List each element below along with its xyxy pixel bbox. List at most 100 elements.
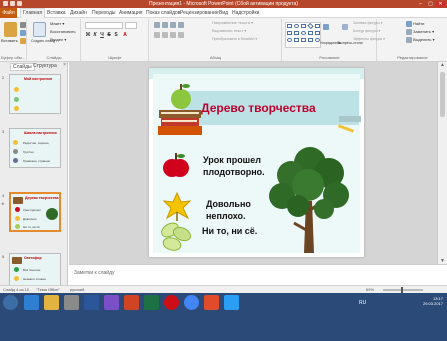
bullets-icon[interactable]	[154, 22, 160, 28]
green-light-icon	[14, 267, 19, 272]
tab-design[interactable]: Дизайн	[70, 8, 87, 18]
decrease-indent-icon[interactable]	[170, 22, 176, 28]
smartart-button[interactable]: Преобразовать в SmartArt ▾	[212, 36, 257, 42]
scroll-up-icon[interactable]: ▲	[438, 62, 447, 68]
tab-view[interactable]: Вид	[219, 8, 228, 18]
current-slide[interactable]: Дерево творчества Урок прошел плодотворн…	[149, 68, 364, 257]
zoom-slider[interactable]	[383, 289, 423, 291]
clock-date: 29.03.2017	[422, 301, 443, 306]
app-icon[interactable]	[204, 295, 219, 310]
animation-star-icon: ★	[1, 201, 5, 206]
apple-icon	[15, 207, 20, 212]
new-slide-icon[interactable]	[33, 22, 46, 37]
start-button-icon[interactable]	[3, 295, 18, 310]
tab-transitions[interactable]: Переходы	[92, 8, 115, 18]
onenote-icon[interactable]	[104, 295, 119, 310]
maximize-button[interactable]: ▢	[426, 1, 435, 7]
group-clipboard: Вставить Буфер обм...	[0, 19, 27, 61]
ie-icon[interactable]	[24, 295, 39, 310]
font-size-input[interactable]	[125, 22, 137, 29]
find-icon[interactable]	[406, 21, 412, 27]
slide-number: 5	[2, 254, 5, 259]
justify-icon[interactable]	[178, 32, 184, 38]
shape-outline-button[interactable]: Контур фигуры ▾	[353, 28, 380, 34]
tab-addins[interactable]: Надстройки	[232, 8, 259, 18]
slide-title[interactable]: Дерево творчества	[201, 101, 316, 115]
replace-button[interactable]: Заменить ▾	[413, 29, 434, 35]
font-color-icon[interactable]: A	[122, 32, 128, 38]
thumbnail-text: Довольно	[23, 217, 37, 221]
align-center-icon[interactable]	[162, 32, 168, 38]
slide-text-item[interactable]: Урок прошел плодотворно.	[203, 154, 265, 178]
bold-icon[interactable]: Ж	[85, 32, 91, 38]
slide-thumbnail[interactable]: Шкала настроения Радостно, хорошо, Груст…	[9, 128, 61, 168]
underline-icon[interactable]: Ч	[99, 32, 105, 38]
group-paragraph-label: Абзац	[209, 55, 222, 60]
paste-button[interactable]: Вставить	[1, 38, 18, 44]
excel-icon[interactable]	[144, 295, 159, 310]
group-drawing: Упорядочить Экспресс-стили Заливка фигур…	[283, 19, 385, 61]
align-left-icon[interactable]	[154, 32, 160, 38]
align-text-button[interactable]: Выровнять текст ▾	[212, 28, 246, 34]
increase-indent-icon[interactable]	[178, 22, 184, 28]
powerpoint-icon[interactable]	[124, 295, 139, 310]
panel-close-icon[interactable]: ×	[63, 62, 66, 68]
shapes-gallery[interactable]	[285, 22, 321, 48]
copy-icon[interactable]	[20, 30, 26, 36]
media-icon[interactable]	[64, 295, 79, 310]
window-title: Презентация1 - Microsoft PowerPoint (Сбо…	[149, 1, 298, 7]
font-family-input[interactable]	[85, 22, 123, 29]
slide-thumbnail[interactable]: Мой настроение	[9, 74, 61, 114]
section-button[interactable]: Раздел ▾	[50, 37, 66, 43]
quick-styles-icon[interactable]	[342, 24, 348, 30]
align-right-icon[interactable]	[170, 32, 176, 38]
shadow-icon[interactable]: S	[113, 32, 119, 38]
thumbnail-text: Тревожно, страшно	[23, 159, 51, 163]
replace-icon[interactable]	[406, 29, 412, 35]
thumbnail-text: Урок прошел	[23, 208, 41, 212]
slide-text-item[interactable]: Довольно неплохо.	[206, 198, 251, 222]
minimize-button[interactable]: –	[416, 1, 425, 7]
keyboard-language[interactable]: RU	[359, 300, 366, 306]
scrollbar-thumb[interactable]	[440, 72, 445, 117]
explorer-icon[interactable]	[44, 295, 59, 310]
notes-pane[interactable]: Заметки к слайду	[69, 264, 447, 285]
italic-icon[interactable]: К	[92, 32, 98, 38]
ribbon: Вставить Буфер обм... Создать слайд Маке…	[0, 18, 447, 62]
tab-outline[interactable]: Структура	[31, 63, 59, 69]
format-painter-icon[interactable]	[20, 38, 26, 44]
group-font: Ж К Ч S S A Шрифт	[82, 19, 149, 61]
slide-thumbnail-selected[interactable]: Дерево творчества Урок прошел Довольно Н…	[9, 192, 61, 232]
paste-icon[interactable]	[4, 22, 17, 37]
find-button[interactable]: Найти	[413, 21, 424, 27]
slide-text-item[interactable]: Ни то, ни сё.	[202, 225, 257, 237]
select-icon[interactable]	[406, 37, 412, 43]
close-button[interactable]: ✕	[436, 1, 445, 7]
select-button[interactable]: Выделить ▾	[413, 37, 435, 43]
text-direction-button[interactable]: Направление текста ▾	[212, 20, 253, 26]
leaves-icon	[15, 224, 20, 229]
arrange-icon[interactable]	[323, 24, 329, 30]
strikethrough-icon[interactable]: S	[106, 32, 112, 38]
layout-button[interactable]: Макет ▾	[50, 21, 64, 27]
tab-insert[interactable]: Вставка	[47, 8, 66, 18]
chrome-icon[interactable]	[184, 295, 199, 310]
group-slides: Создать слайд Макет ▾ Восстановить Разде…	[28, 19, 81, 61]
reset-button[interactable]: Восстановить	[50, 29, 76, 35]
tab-slideshow[interactable]: Показ слайдов	[146, 8, 180, 18]
vertical-scrollbar[interactable]: ▲ ▼	[437, 62, 447, 264]
skype-icon[interactable]	[224, 295, 239, 310]
numbering-icon[interactable]	[162, 22, 168, 28]
tab-file[interactable]: Файл	[0, 8, 17, 18]
cloud-icon	[13, 149, 18, 154]
cut-icon[interactable]	[20, 22, 26, 28]
books-apple-icon	[158, 84, 202, 135]
opera-icon[interactable]	[164, 295, 179, 310]
tab-review[interactable]: Рецензирование	[180, 8, 219, 18]
green-leaves-icon	[161, 222, 192, 251]
clock[interactable]: 13:17 29.03.2017	[423, 296, 443, 306]
tab-animation[interactable]: Анимация	[119, 8, 142, 18]
tab-home[interactable]: Главная	[20, 8, 46, 18]
word-icon[interactable]	[84, 295, 99, 310]
group-drawing-label: Рисование	[319, 55, 340, 60]
